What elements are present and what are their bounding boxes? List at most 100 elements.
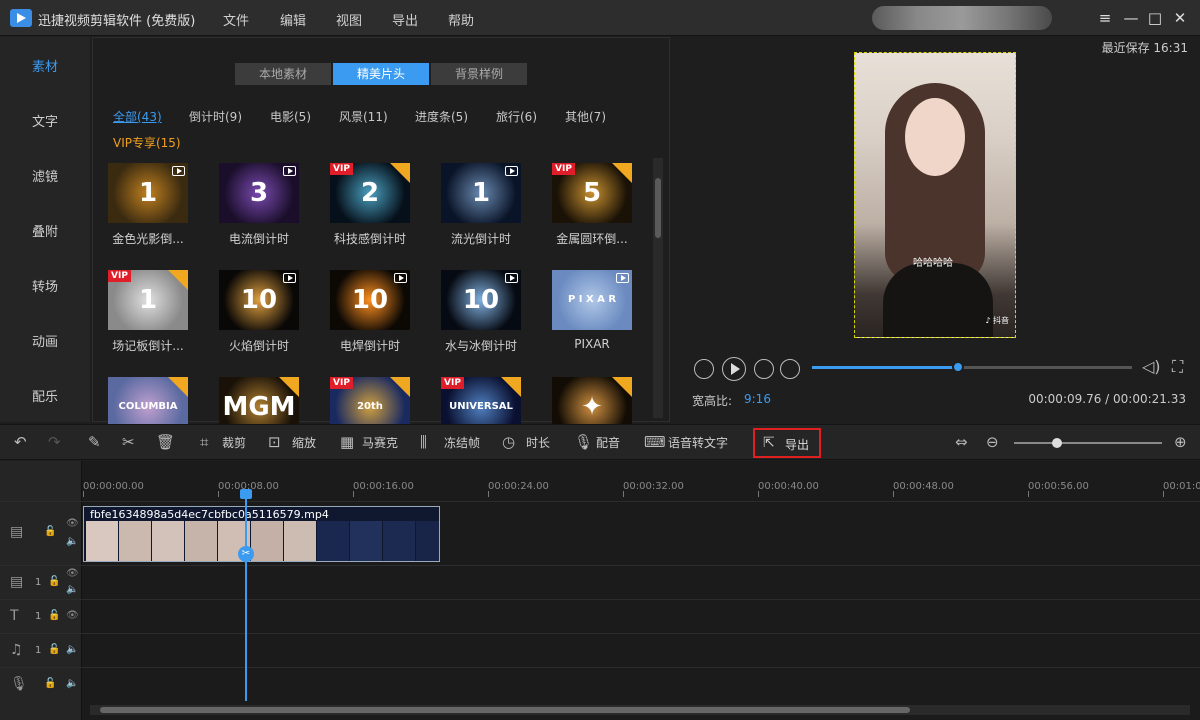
template-thumbnail[interactable]: 2 VIP — [330, 163, 410, 223]
freeze-frame-button[interactable]: 冻结帧 — [444, 434, 480, 451]
timeline-zoom-knob[interactable] — [1052, 438, 1062, 448]
maximize-icon[interactable]: □ — [1145, 8, 1165, 28]
download-icon[interactable] — [612, 163, 632, 183]
track-lock-icon[interactable]: 🔓 — [48, 610, 60, 621]
zoom-in-icon[interactable]: ⊕ — [1174, 433, 1187, 451]
download-icon[interactable] — [612, 377, 632, 397]
video-clip[interactable]: fbfe1634898a5d4ec7cbfbc0a5116579.mp4 — [83, 506, 440, 562]
close-icon[interactable]: ✕ — [1170, 8, 1190, 28]
template-thumbnail[interactable]: 3 — [219, 163, 299, 223]
fullscreen-icon[interactable]: ⛶ — [1172, 357, 1183, 377]
template-thumbnail[interactable]: 1 — [108, 163, 188, 223]
category-movie[interactable]: 电影(5) — [270, 108, 311, 125]
category-other[interactable]: 其他(7) — [565, 108, 606, 125]
tab-intros[interactable]: 精美片头 — [333, 63, 429, 85]
tab-local-media[interactable]: 本地素材 — [235, 63, 331, 85]
freeze-frame-icon[interactable]: ⫼ — [420, 433, 427, 451]
redo-icon[interactable]: ↷ — [48, 433, 61, 451]
undo-icon[interactable]: ↶ — [14, 433, 27, 451]
voiceover-button[interactable]: 配音 — [596, 434, 620, 451]
template-thumbnail[interactable]: 1 VIP — [108, 270, 188, 330]
preview-play-icon[interactable] — [505, 273, 518, 283]
menu-view[interactable]: 视图 — [336, 10, 362, 29]
export-button[interactable]: ⇱ 导出 — [753, 428, 821, 458]
track-mute-icon[interactable]: 🔈 — [66, 644, 78, 655]
track-lock-icon[interactable]: 🔓 — [44, 526, 56, 537]
download-icon[interactable] — [390, 377, 410, 397]
duration-icon[interactable]: ◷ — [502, 433, 515, 451]
tab-backgrounds[interactable]: 背景样例 — [431, 63, 527, 85]
download-icon[interactable] — [168, 377, 188, 397]
template-thumbnail[interactable]: 10 — [219, 270, 299, 330]
sidebar-item-filter[interactable]: 滤镜 — [0, 166, 90, 185]
next-frame-icon[interactable] — [754, 359, 774, 379]
crop-icon[interactable]: ⌗ — [200, 433, 208, 451]
mosaic-button[interactable]: 马赛克 — [362, 434, 398, 451]
menu-help[interactable]: 帮助 — [448, 10, 474, 29]
user-account-area[interactable] — [872, 6, 1052, 30]
delete-icon[interactable]: 🗑 — [156, 433, 175, 451]
download-icon[interactable] — [279, 377, 299, 397]
library-scroll-thumb[interactable] — [655, 178, 661, 238]
timeline-zoom-slider[interactable] — [1014, 442, 1162, 444]
category-travel[interactable]: 旅行(6) — [496, 108, 537, 125]
split-icon[interactable]: ✂ — [122, 433, 135, 451]
preview-play-icon[interactable] — [283, 166, 296, 176]
track-visible-icon[interactable]: 👁 — [66, 518, 79, 529]
video-preview-frame[interactable]: 哈哈哈哈 ♪ 抖音 — [854, 52, 1016, 338]
preview-play-icon[interactable] — [172, 166, 185, 176]
playback-progress-knob[interactable] — [952, 361, 964, 373]
track-lock-icon[interactable]: 🔓 — [48, 644, 60, 655]
sidebar-item-animation[interactable]: 动画 — [0, 331, 90, 350]
category-progress[interactable]: 进度条(5) — [415, 108, 468, 125]
sidebar-item-transition[interactable]: 转场 — [0, 276, 90, 295]
template-thumbnail[interactable]: 5 VIP — [552, 163, 632, 223]
download-icon[interactable] — [168, 270, 188, 290]
zoom-tool-icon[interactable]: ⊡ — [268, 433, 281, 451]
prev-frame-icon[interactable] — [694, 359, 714, 379]
sidebar-item-text[interactable]: 文字 — [0, 111, 90, 130]
menu-edit[interactable]: 编辑 — [280, 10, 306, 29]
track-mute-icon[interactable]: 🔈 — [66, 536, 78, 547]
playhead[interactable] — [245, 491, 247, 701]
sidebar-item-media[interactable]: 素材 — [0, 56, 90, 75]
track-mute-icon[interactable]: 🔈 — [66, 584, 78, 595]
track-visible-icon[interactable]: 👁 — [66, 568, 79, 579]
category-vip[interactable]: VIP专享(15) — [113, 134, 181, 151]
speech-to-text-button[interactable]: 语音转文字 — [668, 434, 728, 451]
minimize-icon[interactable]: — — [1121, 8, 1141, 28]
mosaic-icon[interactable]: ▦ — [340, 433, 354, 451]
category-countdown[interactable]: 倒计时(9) — [189, 108, 242, 125]
download-icon[interactable] — [390, 163, 410, 183]
play-button[interactable] — [722, 357, 746, 381]
track-visible-icon[interactable]: 👁 — [66, 610, 79, 621]
volume-icon[interactable]: ◁) — [1142, 357, 1161, 376]
menu-file[interactable]: 文件 — [223, 10, 249, 29]
fit-timeline-icon[interactable]: ⇔ — [955, 433, 968, 451]
preview-play-icon[interactable] — [283, 273, 296, 283]
category-all[interactable]: 全部(43) — [113, 108, 162, 125]
preview-play-icon[interactable] — [505, 166, 518, 176]
zoom-button[interactable]: 缩放 — [292, 434, 316, 451]
timeline-scroll-thumb[interactable] — [100, 707, 910, 713]
sidebar-item-music[interactable]: 配乐 — [0, 386, 90, 405]
template-thumbnail[interactable]: 1 — [441, 163, 521, 223]
duration-button[interactable]: 时长 — [526, 434, 550, 451]
track-lock-icon[interactable]: 🔓 — [44, 678, 56, 689]
split-playhead-icon[interactable]: ✂ — [238, 546, 254, 562]
template-thumbnail[interactable]: 10 — [330, 270, 410, 330]
crop-button[interactable]: 裁剪 — [222, 434, 246, 451]
template-thumbnail[interactable]: 10 — [441, 270, 521, 330]
download-icon[interactable] — [501, 377, 521, 397]
menu-export[interactable]: 导出 — [392, 10, 418, 29]
preview-play-icon[interactable] — [394, 273, 407, 283]
preview-play-icon[interactable] — [616, 273, 629, 283]
microphone-icon[interactable]: 🎙 — [574, 433, 593, 451]
category-scenery[interactable]: 风景(11) — [339, 108, 388, 125]
edit-icon[interactable]: ✎ — [88, 433, 101, 451]
stop-icon[interactable] — [780, 359, 800, 379]
aspect-ratio-value[interactable]: 9:16 — [744, 392, 771, 406]
template-thumbnail[interactable]: P I X A R — [552, 270, 632, 330]
track-lock-icon[interactable]: 🔓 — [48, 576, 60, 587]
track-mute-icon[interactable]: 🔈 — [66, 678, 78, 689]
